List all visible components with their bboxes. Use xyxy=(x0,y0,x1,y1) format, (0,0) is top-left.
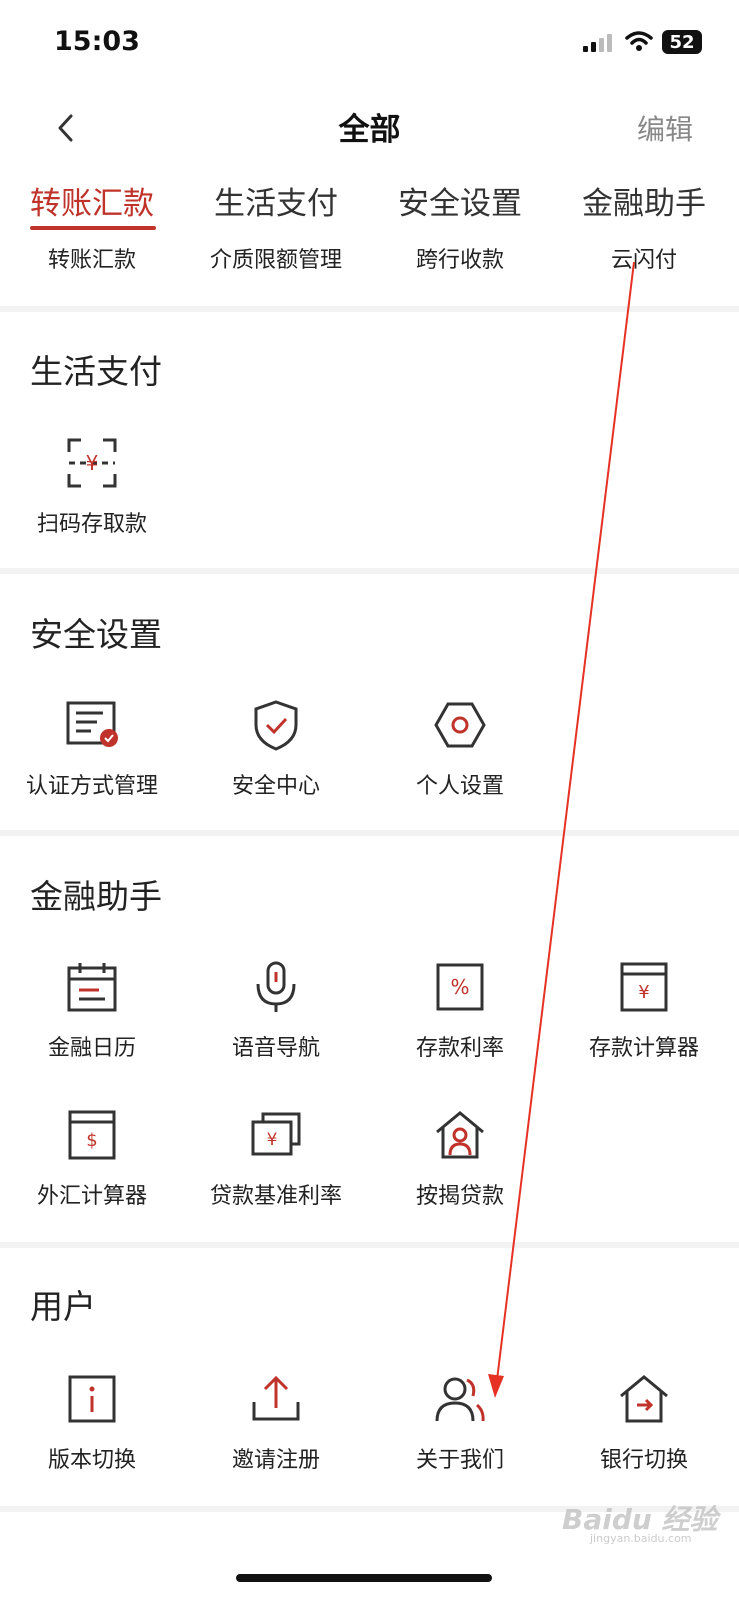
item-fx-calculator[interactable]: $ 外汇计算器 xyxy=(0,1108,184,1210)
svg-text:$: $ xyxy=(86,1130,97,1151)
item-bank-switch[interactable]: 银行切换 xyxy=(552,1372,736,1474)
item-label: 语音导航 xyxy=(231,1036,320,1061)
item-loan-rate[interactable]: ¥ 贷款基准利率 xyxy=(184,1108,368,1210)
status-bar: 15:03 52 xyxy=(0,0,739,90)
tab-finance[interactable]: 金融助手 xyxy=(552,178,736,223)
item-invite-register[interactable]: 邀请注册 xyxy=(184,1372,368,1474)
signal-icon xyxy=(583,34,612,52)
item-label: 金融日历 xyxy=(47,1036,136,1061)
item-label: 邀请注册 xyxy=(231,1448,320,1473)
item-voice-nav[interactable]: 语音导航 xyxy=(184,960,368,1062)
category-tabs: 转账汇款 生活支付 安全设置 金融助手 xyxy=(0,164,739,236)
item-deposit-calculator[interactable]: ¥ 存款计算器 xyxy=(552,960,736,1062)
status-time: 15:03 xyxy=(54,26,140,57)
upload-share-icon xyxy=(252,1375,300,1421)
microphone-icon xyxy=(256,961,296,1012)
item-medium-limit[interactable]: 介质限额管理 xyxy=(184,242,368,274)
hexagon-settings-icon xyxy=(434,702,486,748)
calendar-icon xyxy=(67,963,117,1012)
percent-icon: % xyxy=(436,963,484,1011)
svg-text:¥: ¥ xyxy=(86,451,99,475)
wifi-icon xyxy=(625,31,653,51)
tab-security[interactable]: 安全设置 xyxy=(368,178,552,223)
back-button[interactable] xyxy=(50,108,80,148)
shield-icon xyxy=(254,700,298,751)
item-cloud-quickpass[interactable]: 云闪付 xyxy=(552,242,736,274)
item-mortgage[interactable]: 按揭贷款 xyxy=(368,1108,552,1210)
item-label: 关于我们 xyxy=(415,1448,504,1473)
item-label: 外汇计算器 xyxy=(36,1184,147,1209)
item-label: 银行切换 xyxy=(599,1448,688,1473)
item-label: 贷款基准利率 xyxy=(209,1184,342,1209)
home-indicator[interactable] xyxy=(236,1574,492,1582)
item-finance-calendar[interactable]: 金融日历 xyxy=(0,960,184,1062)
item-version-switch[interactable]: 版本切换 xyxy=(0,1372,184,1474)
section-divider xyxy=(0,306,739,312)
item-label: 存款利率 xyxy=(415,1036,504,1061)
house-arrow-icon xyxy=(620,1375,668,1423)
banknote-stack-icon: ¥ xyxy=(251,1112,301,1156)
section-title-finance: 金融助手 xyxy=(30,877,162,916)
item-label: 扫码存取款 xyxy=(36,512,147,537)
item-deposit-rate[interactable]: % 存款利率 xyxy=(368,960,552,1062)
svg-text:¥: ¥ xyxy=(267,1130,278,1150)
item-transfer[interactable]: 转账汇款 xyxy=(0,242,184,274)
item-about-us[interactable]: 关于我们 xyxy=(368,1372,552,1474)
item-label: 认证方式管理 xyxy=(25,774,158,799)
item-auth-method[interactable]: 认证方式管理 xyxy=(0,698,184,800)
battery-indicator: 52 xyxy=(662,30,702,54)
item-scan-deposit[interactable]: ¥ 扫码存取款 xyxy=(0,436,184,538)
item-cross-bank-receive[interactable]: 跨行收款 xyxy=(368,242,552,274)
edit-button[interactable]: 编辑 xyxy=(637,108,693,148)
item-label: 安全中心 xyxy=(231,774,320,799)
svg-text:%: % xyxy=(450,975,469,999)
nav-bar: 全部 编辑 xyxy=(0,90,739,165)
section-title-user: 用户 xyxy=(30,1287,96,1326)
calculator-yuan-icon: ¥ xyxy=(620,962,668,1012)
watermark-url: jingyan.baidu.com xyxy=(590,1532,692,1545)
tab-transfer[interactable]: 转账汇款 xyxy=(0,178,184,223)
section-divider xyxy=(0,568,739,574)
item-personal-settings[interactable]: 个人设置 xyxy=(368,698,552,800)
section-divider xyxy=(0,830,739,836)
item-label: 按揭贷款 xyxy=(415,1184,504,1209)
item-label: 存款计算器 xyxy=(588,1036,699,1061)
tab-life-payment[interactable]: 生活支付 xyxy=(184,178,368,223)
info-box-icon xyxy=(68,1375,116,1423)
page-title: 全部 xyxy=(338,112,401,148)
active-tab-indicator xyxy=(30,226,156,230)
house-person-icon xyxy=(436,1111,484,1159)
svg-text:¥: ¥ xyxy=(638,982,649,1003)
section-title-life: 生活支付 xyxy=(30,352,162,391)
annotation-arrow xyxy=(488,261,635,1398)
item-label: 版本切换 xyxy=(47,1448,136,1473)
users-icon xyxy=(435,1377,485,1422)
scan-yuan-icon: ¥ xyxy=(67,438,117,488)
auth-document-icon xyxy=(66,701,118,747)
item-security-center[interactable]: 安全中心 xyxy=(184,698,368,800)
item-label: 个人设置 xyxy=(415,774,504,799)
calculator-dollar-icon: $ xyxy=(68,1110,116,1160)
section-title-security: 安全设置 xyxy=(30,615,162,654)
section-divider xyxy=(0,1242,739,1248)
chevron-left-icon xyxy=(58,114,73,142)
